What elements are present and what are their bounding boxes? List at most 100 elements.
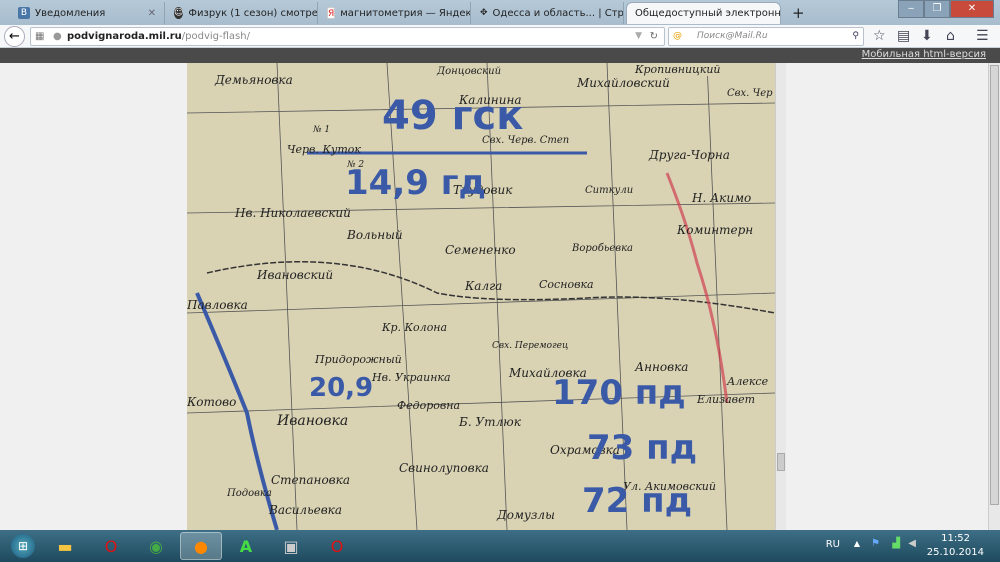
map-label: Черв. Куток [287,143,361,156]
map-label: Ивановский [257,268,334,282]
letter-a-icon: A [239,536,253,556]
opera-icon: O [330,536,344,556]
map-label: Свх. Чер [727,88,773,99]
map-annotation: 73 пд [587,428,698,468]
map-label: Сосновка [539,278,594,291]
archival-map[interactable]: Демьяновка Донцовский Михайловский Калин… [187,63,775,530]
minimize-button[interactable]: ‒ [898,0,924,18]
tab-fizruk[interactable]: ☺Физрук (1 сезон) смотреть ...✕ [166,2,318,24]
tab-label: Уведомления [35,7,106,19]
map-label: Васильевка [269,503,343,517]
apps-icon: ▦ [35,31,45,42]
map-scrollbar-thumb[interactable] [777,453,785,471]
vk-icon: В [18,7,30,19]
back-button[interactable]: ← [4,26,25,47]
opera-taskbar-button[interactable]: O [90,532,132,560]
map-annotation: 170 пд [552,373,686,413]
language-indicator[interactable]: RU [826,539,840,550]
explorer-taskbar-button[interactable]: ▬ [44,532,86,560]
clock-time[interactable]: 11:52 [941,533,970,544]
map-label: Друга-Чорна [649,148,730,162]
map-label: Анновка [635,360,689,374]
map-label: № 1 [313,125,331,135]
bookmark-star-icon[interactable]: ☆ [873,28,886,44]
map-label: Домузлы [497,508,555,522]
flag-icon[interactable]: ⚑ [871,538,880,549]
show-hidden-icons[interactable]: ▲ [854,539,860,548]
map-label: Ситкули [585,185,634,196]
start-button[interactable]: ⊞ [2,532,44,560]
tab-label: Одесса и область... | Стран... [492,7,624,19]
map-scrollbar[interactable] [775,63,786,530]
search-input[interactable]: @ Поиск@Mail.Ru ⚲ [668,27,864,46]
windows-logo-icon: ⊞ [11,534,35,558]
map-label: Калга [465,279,503,293]
home-icon[interactable]: ⌂ [946,28,955,44]
map-annotation: 49 гск [382,93,524,139]
map-label: Михайловский [577,76,670,90]
signal-icon[interactable]: ▟ [892,538,900,549]
new-tab-button[interactable]: + [784,2,813,24]
close-tab-icon[interactable]: ✕ [148,8,156,19]
map-label: Семененко [445,243,516,257]
map-label: Подовка [227,488,272,499]
map-label: Свх. Перемогец [492,341,569,351]
tab-label: Физрук (1 сезон) смотреть ... [188,7,318,19]
map-label: Нв. Украинка [372,371,451,384]
face-icon: ☺ [174,7,184,19]
firefox-icon: ● [194,536,208,556]
monitor-taskbar-button[interactable]: ▣ [270,532,312,560]
search-icon[interactable]: ⚲ [852,28,859,45]
tab-label: магнитометрия — Яндекс... [340,7,471,19]
map-label: Придорожный [315,353,402,366]
reload-icon[interactable]: ↻ [650,28,658,45]
close-window-button[interactable]: ✕ [950,0,994,18]
tab-odessa[interactable]: ✥Одесса и область... | Стран...✕ [472,2,624,24]
map-label: Вольный [347,228,403,242]
volume-icon[interactable]: ◀ [908,538,916,549]
site-header-strip: Мобильная html-версия [0,48,1000,63]
map-label: Котово [187,395,237,409]
page-scrollbar[interactable] [988,63,1000,530]
map-annotation: 14,9 гд [345,163,486,203]
page-scrollbar-thumb[interactable] [990,65,999,505]
url-domain: podvignaroda.mil.ru [67,31,182,42]
url-path: /podvig-flash/ [181,31,250,42]
opera2-taskbar-button[interactable]: O [316,532,358,560]
firefox-taskbar-button[interactable]: ● [180,532,222,560]
reading-list-icon[interactable]: ▤ [897,28,910,44]
yandex-icon: Я [327,7,336,19]
map-label: Алексе [727,375,769,388]
map-label: Степановка [271,473,350,487]
map-label: Н. Акимо [692,191,752,205]
chrome-taskbar-button[interactable]: ◉ [135,532,177,560]
dropdown-icon[interactable]: ▼ [635,28,642,45]
tab-label: Общедоступный электронный ... [635,8,781,19]
tab-notifications[interactable]: В Уведомления ✕ [10,2,165,24]
tab-bar: В Уведомления ✕ ☺ Физрук (1 сезон) смотреть… [0,0,1000,25]
map-label: Елизавет [697,393,756,406]
app-a-taskbar-button[interactable]: A [225,532,267,560]
download-icon[interactable]: ⬇ [921,28,933,44]
map-annotation: 20,9 [309,373,374,403]
map-label: Донцовский [437,66,502,77]
address-bar[interactable]: ▦ ● podvignaroda.mil.ru/podvig-flash/ ▼ … [30,27,665,46]
mailru-icon: @ [673,31,682,41]
page-content: Демьяновка Донцовский Михайловский Калин… [0,63,1000,530]
map-label: Свинолуповка [399,461,489,475]
nav-bar: ← ▦ ● podvignaroda.mil.ru/podvig-flash/ … [0,25,1000,48]
menu-icon[interactable]: ☰ [976,28,989,44]
map-label: Ивановка [277,413,349,429]
map-label: Коминтерн [677,223,754,237]
clock-date[interactable]: 25.10.2014 [927,547,984,558]
map-label: Павловка [187,298,248,312]
monitor-icon: ▣ [283,536,299,556]
tab-podvig[interactable]: Общедоступный электронный ...✕ [626,2,781,24]
mobile-version-link[interactable]: Мобильная html-версия [862,49,986,60]
map-label: Воробьевка [572,243,634,254]
map-label: Кропивницкий [635,63,721,76]
maximize-button[interactable]: ❐ [924,0,950,18]
map-label: Нв. Николаевский [235,206,351,220]
tab-yandex[interactable]: Ямагнитометрия — Яндекс...✕ [319,2,471,24]
folder-icon: ▬ [57,536,73,556]
